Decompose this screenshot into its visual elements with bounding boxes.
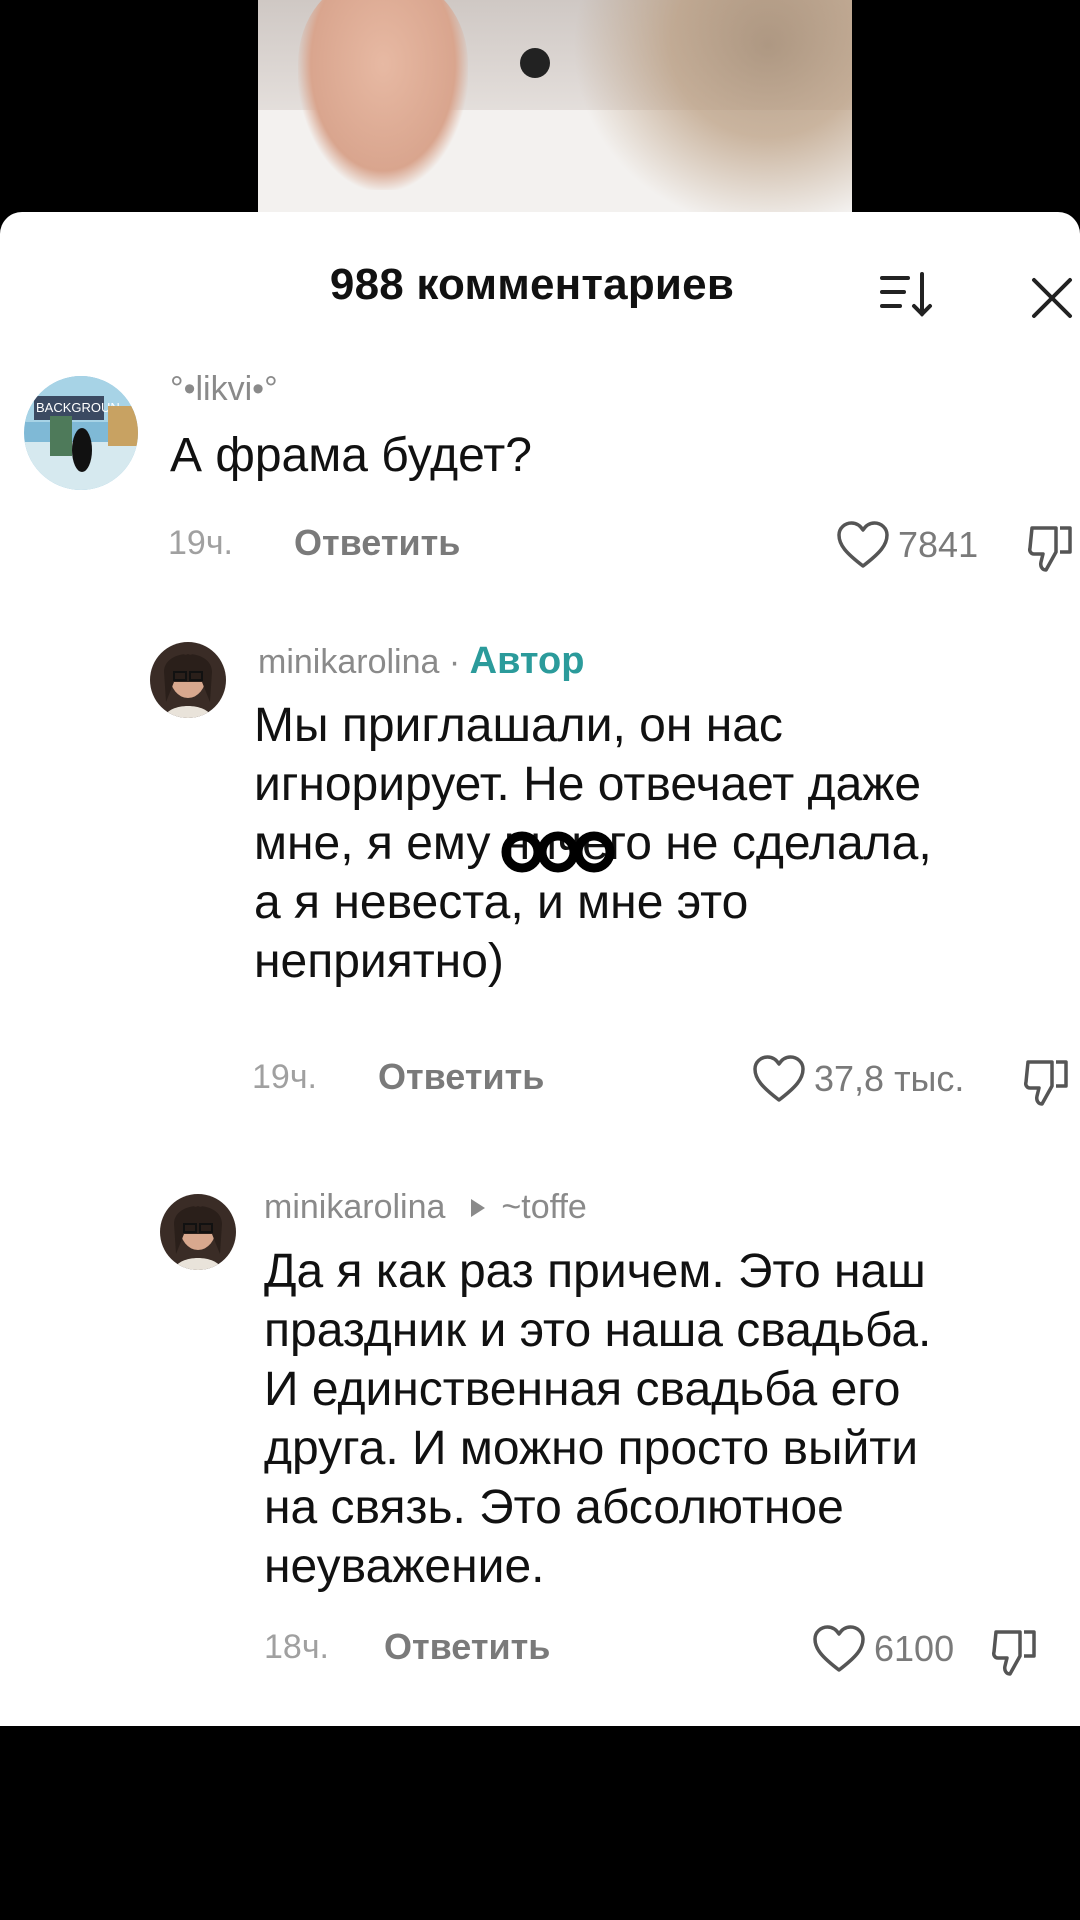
dislike-button[interactable] [1022, 1058, 1070, 1113]
comment-username[interactable]: °•likvi•° [170, 370, 278, 409]
like-count: 37,8 тыс. [814, 1058, 965, 1099]
sort-icon [880, 272, 932, 317]
dislike-icon [1028, 526, 1072, 572]
reply-button[interactable]: Ответить [294, 522, 460, 564]
reply-button[interactable]: Ответить [384, 1626, 550, 1668]
comments-sheet: 988 комментариев BACKGROUN °•likvi•° А ф… [0, 212, 1080, 1726]
separator: · [439, 643, 470, 681]
svg-text:BACKGROUN: BACKGROUN [36, 400, 120, 415]
close-button[interactable] [1030, 276, 1074, 320]
author-badge: Автор [469, 640, 585, 682]
comment-time: 19ч. [168, 524, 233, 562]
heart-icon [813, 1625, 865, 1672]
comment-time: 19ч. [252, 1058, 317, 1096]
comment-time: 18ч. [264, 1628, 329, 1666]
dislike-button[interactable] [1026, 524, 1074, 579]
dislike-icon [1024, 1060, 1068, 1106]
comment-text: Да я как раз причем. Это наш праздник и … [264, 1245, 932, 1593]
like-button[interactable]: 6100 [812, 1624, 954, 1674]
avatar[interactable] [160, 1194, 236, 1270]
like-button[interactable]: 37,8 тыс. [752, 1054, 964, 1104]
reply-arrow-icon [471, 1198, 486, 1217]
close-icon [1032, 278, 1072, 318]
comment-username[interactable]: minikarolina [258, 643, 439, 681]
more-dots-icon [500, 828, 620, 883]
heart-icon [837, 521, 889, 568]
dislike-icon [992, 1630, 1036, 1676]
heart-icon [753, 1055, 805, 1102]
avatar[interactable]: BACKGROUN [24, 376, 138, 490]
like-count: 6100 [874, 1628, 955, 1669]
reply-button[interactable]: Ответить [378, 1056, 544, 1098]
like-count: 7841 [898, 524, 979, 565]
comment-text: А фрама будет? [170, 429, 532, 482]
video-frame [258, 0, 852, 230]
comment-header: minikarolina ~toffe [264, 1188, 587, 1227]
comment-username[interactable]: minikarolina [264, 1188, 445, 1227]
avatar[interactable] [150, 642, 226, 718]
comment-header: minikarolina · Автор [258, 640, 584, 683]
sort-button[interactable] [878, 270, 938, 320]
dislike-button[interactable] [990, 1628, 1038, 1683]
reply-to-username[interactable]: ~toffe [501, 1188, 586, 1227]
like-button[interactable]: 7841 [836, 520, 978, 570]
